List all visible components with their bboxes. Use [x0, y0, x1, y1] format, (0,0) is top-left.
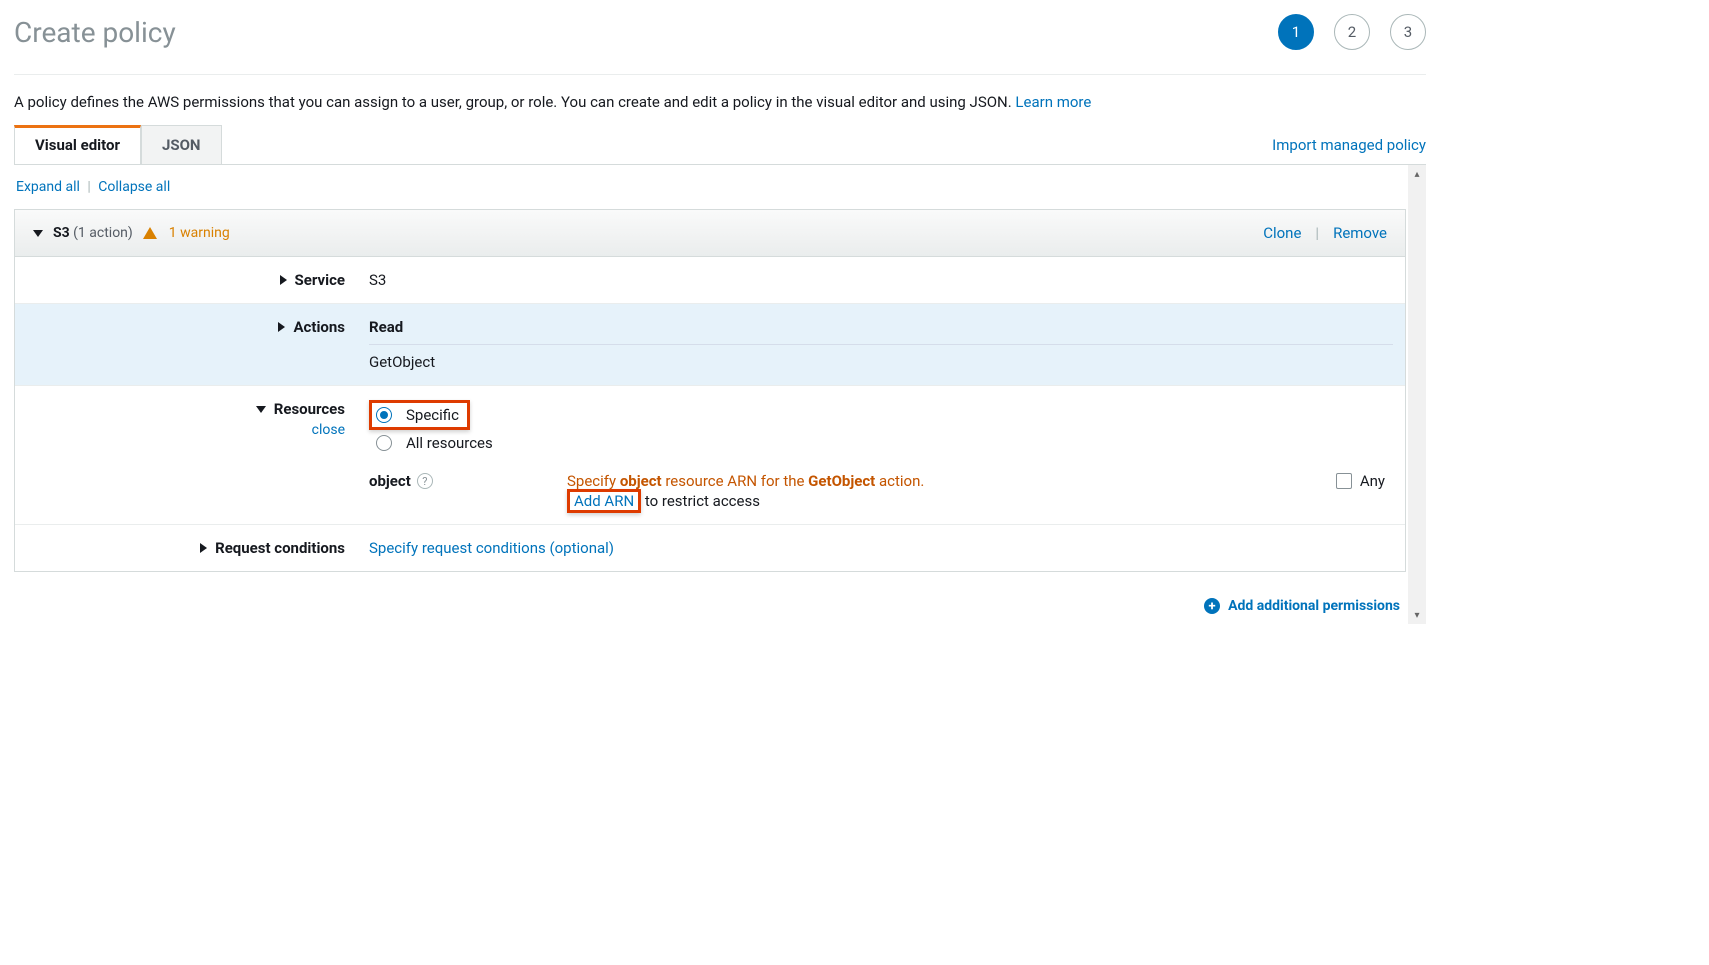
actions-read-label: Read — [369, 318, 1393, 345]
caret-down-icon — [33, 230, 43, 237]
conditions-section-toggle[interactable]: Request conditions — [200, 539, 345, 557]
add-arn-link[interactable]: Add ARN — [567, 489, 641, 513]
radio-specific-label: Specific — [406, 406, 459, 424]
any-label: Any — [1360, 472, 1385, 490]
caret-right-icon — [200, 543, 207, 553]
step-2[interactable]: 2 — [1334, 14, 1370, 50]
import-managed-policy-link[interactable]: Import managed policy — [1272, 136, 1426, 154]
radio-all-resources-input[interactable] — [376, 435, 392, 451]
add-additional-permissions-link[interactable]: Add additional permissions — [1228, 598, 1400, 614]
warning-icon — [143, 227, 157, 239]
panel-header[interactable]: S3 (1 action) 1 warning Clone | Remove — [15, 210, 1405, 257]
resource-object-label: object — [369, 472, 411, 490]
resources-close-link[interactable]: close — [312, 422, 345, 438]
service-value: S3 — [357, 257, 1405, 303]
resources-section-toggle[interactable]: Resources — [256, 400, 345, 418]
specify-conditions-link[interactable]: Specify request conditions (optional) — [369, 539, 614, 557]
warning-text: 1 warning — [169, 225, 230, 241]
intro-text: A policy defines the AWS permissions tha… — [14, 75, 1426, 125]
scroll-down-icon[interactable]: ▾ — [1408, 606, 1426, 624]
specify-arn-hint: Specify object resource ARN for the GetO… — [567, 472, 1336, 490]
tab-visual-editor[interactable]: Visual editor — [14, 125, 141, 164]
caret-right-icon — [280, 275, 287, 285]
collapse-all-link[interactable]: Collapse all — [98, 179, 170, 195]
clone-link[interactable]: Clone — [1263, 224, 1301, 242]
actions-section-toggle[interactable]: Actions — [278, 318, 345, 336]
plus-circle-icon: + — [1204, 598, 1220, 614]
expand-all-link[interactable]: Expand all — [16, 179, 80, 195]
any-checkbox[interactable] — [1336, 473, 1352, 489]
learn-more-link[interactable]: Learn more — [1015, 93, 1091, 111]
scrollbar[interactable]: ▴ ▾ — [1408, 165, 1426, 624]
pipe-divider: | — [1311, 224, 1323, 242]
service-section-toggle[interactable]: Service — [280, 271, 345, 289]
radio-specific[interactable]: Specific — [369, 400, 470, 430]
policy-panel: S3 (1 action) 1 warning Clone | Remove — [14, 209, 1406, 572]
actions-value: GetObject — [369, 353, 435, 371]
tab-json[interactable]: JSON — [141, 125, 222, 164]
radio-all-resources-label: All resources — [406, 434, 493, 452]
scroll-up-icon[interactable]: ▴ — [1408, 165, 1426, 183]
page-title: Create policy — [14, 16, 176, 49]
radio-specific-input[interactable] — [376, 407, 392, 423]
panel-service-name: S3 — [53, 225, 70, 241]
step-1[interactable]: 1 — [1278, 14, 1314, 50]
help-icon[interactable]: ? — [417, 473, 433, 489]
step-3[interactable]: 3 — [1390, 14, 1426, 50]
remove-link[interactable]: Remove — [1333, 224, 1387, 242]
caret-down-icon — [256, 406, 266, 413]
panel-action-count: (1 action) — [73, 225, 133, 241]
restrict-access-text: to restrict access — [641, 492, 760, 510]
caret-right-icon — [278, 322, 285, 332]
step-indicator: 1 2 3 — [1278, 14, 1426, 50]
pipe-divider: | — [83, 179, 94, 195]
